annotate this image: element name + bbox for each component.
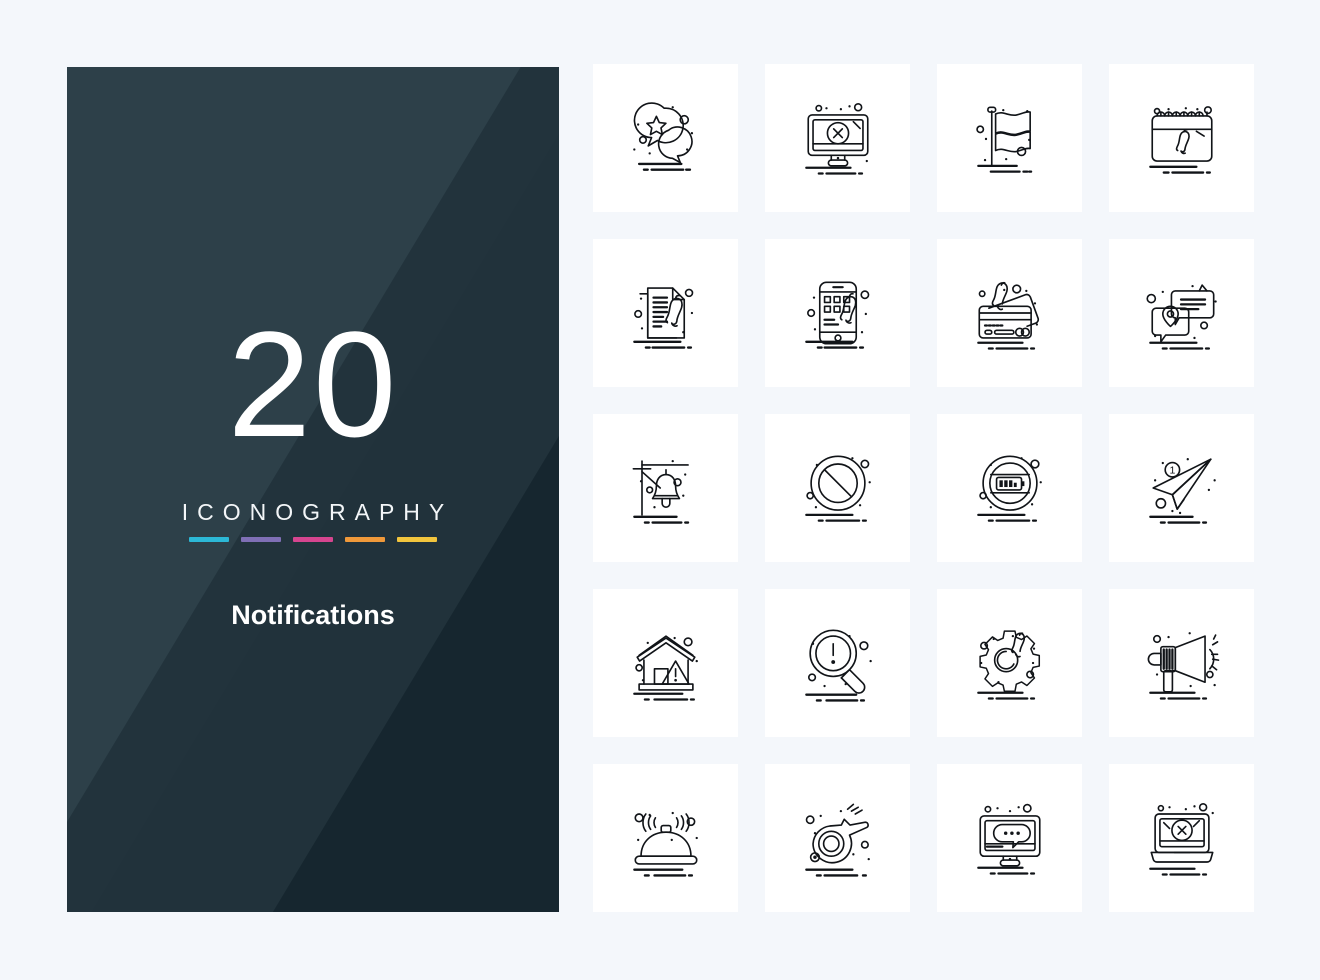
icon-card-2[interactable] [765, 64, 910, 212]
icon-card-12[interactable]: 1 [1109, 414, 1254, 562]
monitor-chat-bubble-icon [976, 803, 1041, 875]
icon-card-18[interactable] [765, 764, 910, 912]
swatch-pink [293, 536, 333, 542]
paper-plane-badge-icon: 1 [1148, 458, 1216, 524]
service-bell-ringing-icon [632, 811, 698, 877]
icon-card-3[interactable] [937, 64, 1082, 212]
hero-panel: 20 ICONOGRAPHY Notifications [67, 67, 559, 912]
battery-circle-icon [976, 455, 1042, 522]
icon-card-16[interactable] [1109, 589, 1254, 737]
icon-card-14[interactable] [765, 589, 910, 737]
megaphone-icon [1147, 632, 1219, 700]
icon-card-7[interactable] [937, 239, 1082, 387]
icon-card-6[interactable] [765, 239, 910, 387]
plane-badge-count: 1 [1169, 465, 1175, 477]
iconography-label: ICONOGRAPHY [181, 498, 454, 525]
icon-count: 20 [227, 299, 399, 468]
chat-location-pin-icon [1145, 284, 1217, 350]
color-swatch-row [189, 536, 437, 542]
icon-card-10[interactable] [765, 414, 910, 562]
block-prohibited-icon [804, 455, 871, 522]
monitor-error-icon [804, 103, 869, 175]
credit-card-bell-icon [976, 281, 1039, 350]
whistle-icon [804, 803, 870, 877]
icon-grid: 1 [593, 64, 1255, 912]
gear-bell-icon [976, 630, 1040, 700]
icon-card-1[interactable] [593, 64, 738, 212]
icon-card-11[interactable] [937, 414, 1082, 562]
icon-card-5[interactable] [593, 239, 738, 387]
swatch-cyan [189, 536, 229, 542]
house-warning-icon [632, 635, 698, 701]
flag-icon [975, 106, 1032, 173]
smartphone-bell-icon [804, 281, 869, 349]
swatch-yellow [397, 536, 437, 542]
icon-card-4[interactable] [1109, 64, 1254, 212]
icon-card-15[interactable] [937, 589, 1082, 737]
hero-content: 20 ICONOGRAPHY Notifications [67, 67, 559, 912]
icon-card-19[interactable] [937, 764, 1082, 912]
calendar-bell-icon [1148, 106, 1213, 174]
icon-card-9[interactable] [593, 414, 738, 562]
magnifier-exclamation-icon [804, 629, 872, 702]
icon-card-20[interactable] [1109, 764, 1254, 912]
swatch-purple [241, 536, 281, 542]
icon-card-8[interactable] [1109, 239, 1254, 387]
set-title: Notifications [231, 599, 395, 630]
hanging-bell-post-icon [632, 459, 689, 524]
star-chat-bubbles-icon [632, 102, 693, 171]
page-root: 20 ICONOGRAPHY Notifications 1 [0, 0, 1320, 980]
laptop-error-icon [1148, 803, 1214, 876]
document-bell-icon [632, 287, 693, 349]
icon-card-13[interactable] [593, 589, 738, 737]
swatch-orange [345, 536, 385, 542]
icon-card-17[interactable] [593, 764, 738, 912]
